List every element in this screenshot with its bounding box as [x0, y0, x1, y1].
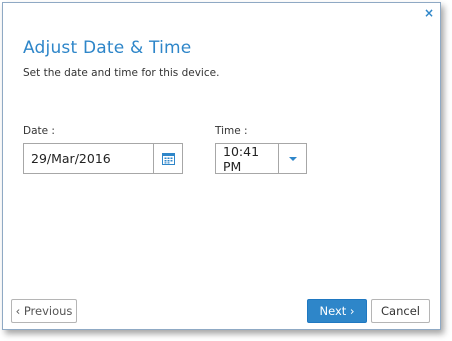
time-dropdown-button[interactable]	[278, 144, 306, 173]
adjust-date-time-dialog: × Adjust Date & Time Set the date and ti…	[2, 2, 441, 330]
date-input[interactable]: 29/Mar/2016	[24, 144, 153, 173]
next-button[interactable]: Next ›	[307, 299, 367, 323]
close-button[interactable]: ×	[424, 6, 434, 20]
date-field[interactable]: 29/Mar/2016	[23, 143, 183, 174]
cancel-button[interactable]: Cancel	[371, 299, 430, 323]
close-icon: ×	[423, 6, 434, 20]
dialog-subtitle: Set the date and time for this device.	[23, 67, 220, 79]
date-label: Date :	[23, 125, 55, 137]
caret-down-icon	[288, 156, 297, 161]
previous-button[interactable]: ‹ Previous	[11, 299, 77, 323]
calendar-button[interactable]	[153, 144, 182, 173]
dialog-title: Adjust Date & Time	[23, 38, 192, 58]
time-label: Time :	[215, 125, 248, 137]
calendar-icon	[161, 153, 175, 165]
time-select[interactable]: 10:41 PM	[215, 143, 307, 174]
time-value: 10:41 PM	[223, 143, 260, 174]
